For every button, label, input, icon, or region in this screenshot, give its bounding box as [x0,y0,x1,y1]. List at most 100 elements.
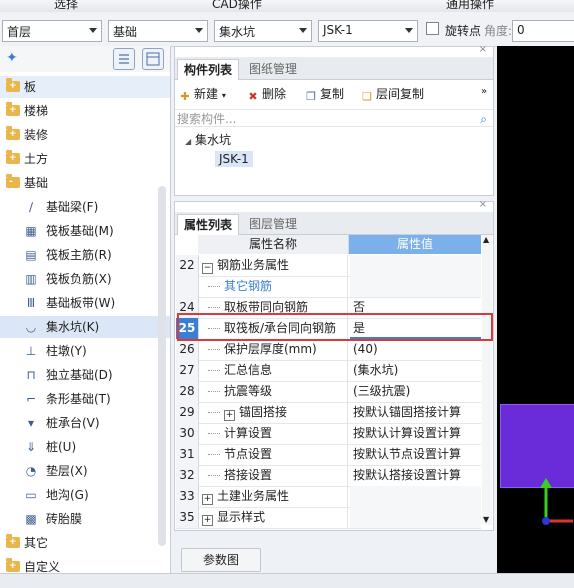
type-combo[interactable]: 集水坑 [214,20,312,42]
property-value[interactable]: 按默认锚固搭接计算 [350,402,481,423]
parameter-diagram-button[interactable]: 参数图 [181,548,261,572]
search-icon[interactable]: ⌕ [480,110,487,128]
property-row[interactable]: 27 汇总信息 (集水坑) [176,360,481,382]
tree-item[interactable]: ∕ 基础梁(F) [0,196,170,218]
property-value[interactable]: (三级抗震) [350,381,481,402]
property-row[interactable]: 25 取筏板/承台同向钢筋是 [176,318,481,340]
folder-icon[interactable]: - [6,174,20,188]
folder-icon[interactable]: + [6,150,20,164]
tab-drawing-management[interactable]: 图纸管理 [243,59,303,79]
floor-combo[interactable]: 首层 [2,20,102,42]
property-value[interactable]: 否 [350,297,481,318]
folder-icon[interactable]: + [6,102,20,116]
strip-footing-icon: ⌐ [25,392,37,406]
property-value[interactable]: (集水坑) [350,360,481,381]
expand-icon[interactable]: + [224,410,235,421]
property-row[interactable]: 31 节点设置 按默认节点设置计算 [176,444,481,466]
col-value-header: 属性值 [349,235,481,254]
tree-item[interactable]: + 其它 [0,532,170,554]
scroll-down-icon[interactable]: ▼ [483,515,489,524]
tree-connector [208,349,220,350]
menu-select[interactable]: 选择 [54,0,78,12]
expand-icon[interactable]: + [202,494,213,505]
rotate-point-checkbox[interactable] [426,22,439,35]
component-search-input[interactable]: 搜索构件... ⌕ [175,109,493,127]
property-value[interactable]: (40) [350,339,481,360]
property-row[interactable]: 22− 钢筋业务属性 [176,255,481,277]
tree-item[interactable]: ▩ 砖胎膜 [0,508,170,530]
tree-item[interactable]: ◔ 垫层(X) [0,460,170,482]
close-icon[interactable]: × [479,199,487,210]
property-value[interactable] [350,276,481,297]
tree-item[interactable]: ▭ 地沟(G) [0,484,170,506]
property-value[interactable]: 按默认计算设置计算 [350,423,481,444]
property-row[interactable]: 33 + 土建业务属性 [176,486,481,508]
tree-item-label: 筏板主筋(R) [46,248,112,262]
tree-item[interactable]: ⇓ 桩(U) [0,436,170,458]
property-value[interactable]: 按默认搭接设置计算 [350,465,481,486]
property-row[interactable]: 35 + 显示样式 [176,507,481,529]
property-row[interactable]: 其它钢筋 [176,276,481,298]
tree-item[interactable]: + 装修 [0,124,170,146]
property-row[interactable]: 28 抗震等级 (三级抗震) [176,381,481,403]
folder-icon[interactable]: + [6,78,20,92]
component-tree-root[interactable]: ◢ 集水坑 [185,131,231,148]
folder-icon[interactable]: + [6,558,20,572]
tab-layer-management[interactable]: 图层管理 [243,214,303,234]
property-value[interactable] [350,507,481,528]
property-row[interactable]: 30 计算设置 按默认计算设置计算 [176,423,481,445]
scroll-up-icon[interactable]: ▲ [483,235,489,244]
grid-view-icon[interactable] [142,48,164,70]
drawing-canvas[interactable] [497,46,574,573]
property-name-text: 节点设置 [224,447,273,461]
property-row[interactable]: 26 保护层厚度(mm) (40) [176,339,481,361]
row-number: 25 [176,318,199,339]
tree-connector [208,454,220,455]
more-icon[interactable]: » [481,86,487,97]
trench-icon: ▭ [25,488,37,502]
component-jsk1[interactable]: JSK-1 [215,151,253,167]
angle-input[interactable]: 0 [512,20,574,42]
property-row[interactable]: 29 + 锚固搭接 按默认锚固搭接计算 [176,402,481,424]
close-icon[interactable]: × [479,44,487,55]
tree-item[interactable]: - 基础 [0,172,170,194]
tree-item[interactable]: ◡ 集水坑(K) [0,316,170,338]
property-value[interactable] [350,486,481,507]
menu-cad-ops[interactable]: CAD操作 [212,0,262,12]
property-row[interactable]: 24 取板带同向钢筋 否 [176,297,481,319]
tree-item[interactable]: ▥ 筏板负筋(X) [0,268,170,290]
tree-item[interactable]: + 自定义 [0,556,170,573]
copy-button[interactable]: ❐ 复制 [305,85,344,103]
property-scrollbar[interactable]: ▲ ▼ [482,235,492,525]
floor-copy-button[interactable]: ❏ 层间复制 [361,85,424,103]
tree-item[interactable]: + 土方 [0,148,170,170]
menu-general-ops[interactable]: 通用操作 [446,0,494,12]
category-combo[interactable]: 基础 [108,20,208,42]
component-combo[interactable]: JSK-1 [318,20,418,42]
tree-item[interactable]: ⊥ 柱墩(Y) [0,340,170,362]
tree-item[interactable]: ⊓ 独立基础(D) [0,364,170,386]
tree-item[interactable]: Ⅲ 基础板带(W) [0,292,170,314]
tree-scrollbar[interactable] [158,186,166,546]
sparkle-add-icon[interactable]: ✦ [6,50,18,66]
folder-icon[interactable]: + [6,534,20,548]
expand-icon[interactable]: + [202,515,213,526]
tree-item[interactable]: + 楼梯 [0,100,170,122]
tree-item[interactable]: ▦ 筏板基础(M) [0,220,170,242]
delete-button[interactable]: ✖ 删除 [247,85,286,103]
property-row[interactable]: 32 搭接设置 按默认搭接设置计算 [176,465,481,487]
tab-component-list[interactable]: 构件列表 [177,59,240,80]
new-button[interactable]: ✚ 新建 ▾ [179,85,225,103]
property-value[interactable] [350,255,481,276]
tree-item[interactable]: + 板 [0,76,170,98]
tree-item[interactable]: ▤ 筏板主筋(R) [0,244,170,266]
property-value[interactable]: 按默认节点设置计算 [350,444,481,465]
property-value[interactable]: 是 [350,318,481,339]
folder-icon[interactable]: + [6,126,20,140]
tab-property-list[interactable]: 属性列表 [177,214,240,235]
collapse-icon[interactable]: − [202,263,213,274]
tree-item[interactable]: ▾ 桩承台(V) [0,412,170,434]
list-view-icon[interactable] [113,48,135,70]
tree-item[interactable]: ⌐ 条形基础(T) [0,388,170,410]
tree-connector [208,433,220,434]
